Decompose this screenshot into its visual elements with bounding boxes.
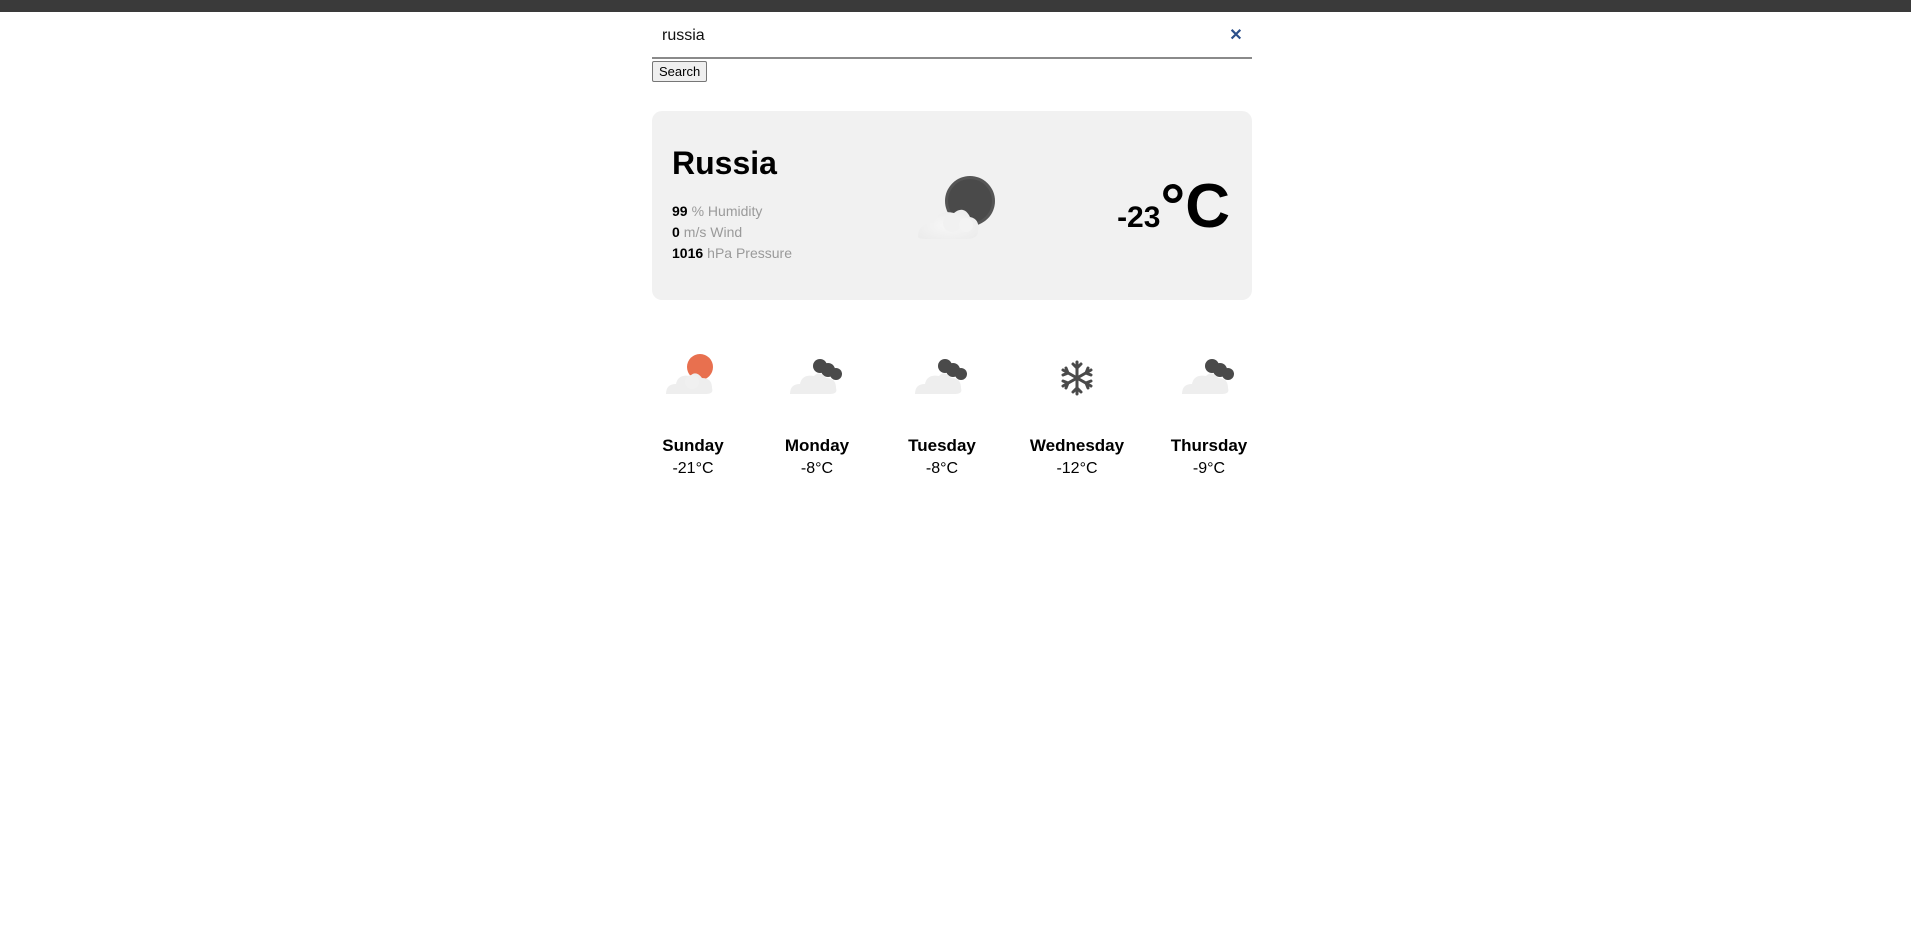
temperature-unit: °C: [1160, 172, 1230, 241]
forecast-day-temp: -9°C: [1192, 460, 1226, 477]
forecast-day-temp: -8°C: [800, 460, 834, 477]
humidity-label: % Humidity: [691, 203, 763, 219]
pressure-label: hPa Pressure: [707, 245, 792, 261]
search-button[interactable]: Search: [652, 61, 708, 82]
clear-icon[interactable]: ✕: [1226, 26, 1246, 46]
humidity-stat: 99% Humidity: [672, 203, 762, 219]
current-weather-card: Russia 99% Humidity 0 m/s Wind 1016 hPa Pr…: [652, 111, 1252, 300]
snowflake-icon: [1061, 360, 1093, 396]
forecast-day: Wednesday -12°C: [1020, 352, 1134, 477]
forecast-day: Thursday -9°C: [1166, 352, 1252, 477]
forecast-day-temp: -12°C: [1056, 460, 1098, 477]
browser-top-bar: [0, 0, 1911, 12]
wind-stat: 0 m/s Wind: [672, 224, 742, 240]
forecast-day-temp: -21°C: [672, 460, 714, 477]
wind-label: m/s Wind: [683, 224, 743, 240]
forecast-day: Sunday -21°C: [652, 352, 734, 477]
forecast-day-name: Thursday: [1170, 436, 1248, 455]
cloud-moon-icon: [1182, 359, 1234, 394]
search-input[interactable]: [652, 24, 1212, 48]
forecast-day-name: Wednesday: [1029, 436, 1125, 455]
current-temperature: -23°C: [1117, 171, 1230, 242]
cloud-moon-icon: [790, 359, 842, 394]
night-cloud-icon: [918, 176, 995, 239]
temperature-value: -23: [1117, 201, 1161, 234]
forecast-day: Monday -8°C: [776, 352, 858, 477]
forecast-day: Tuesday -8°C: [901, 352, 983, 477]
wind-value: 0: [672, 224, 680, 240]
search-bar: ✕: [652, 12, 1252, 59]
cloud-moon-icon: [915, 359, 967, 394]
forecast-day-name: Tuesday: [908, 436, 976, 455]
forecast-day-temp: -8°C: [925, 460, 959, 477]
pressure-stat: 1016 hPa Pressure: [672, 245, 792, 261]
cloud-sun-icon: [666, 354, 713, 394]
humidity-value: 99: [672, 203, 688, 219]
forecast-day-name: Monday: [784, 436, 850, 455]
weather-app: ✕ Search Russia 99% Humidity 0m/s Wind 1…: [652, 12, 1252, 477]
forecast-day-name: Sunday: [662, 436, 724, 455]
pressure-value: 1016: [672, 245, 704, 261]
city-name: Russia: [672, 145, 777, 181]
